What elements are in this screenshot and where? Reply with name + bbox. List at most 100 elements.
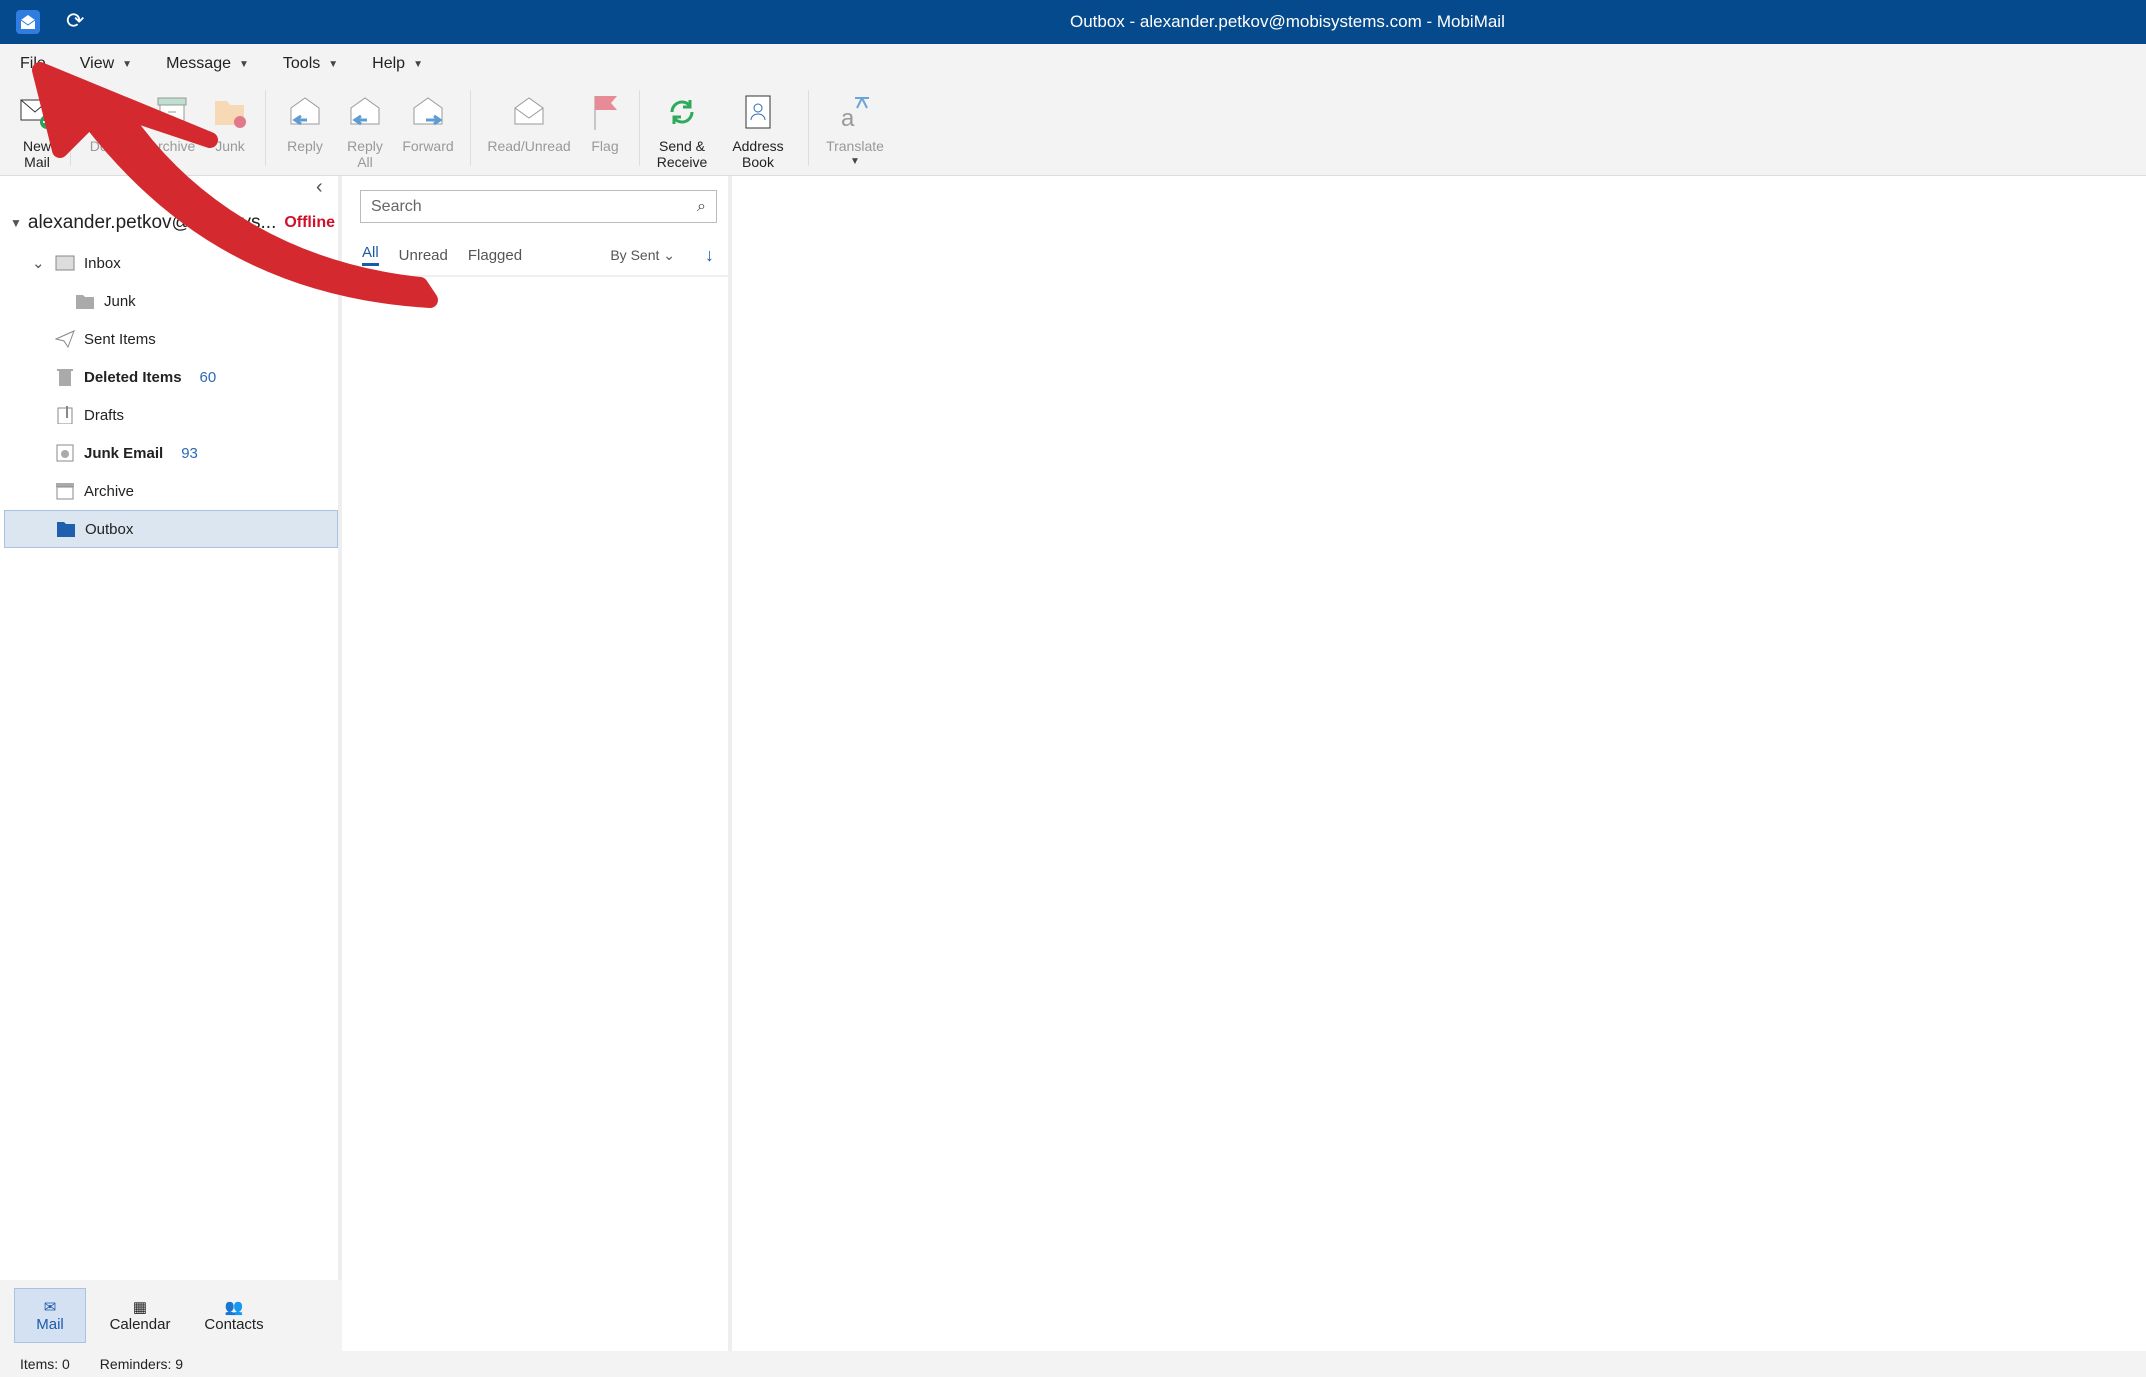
caret-down-icon: ▼ xyxy=(850,154,860,170)
search-input[interactable]: Search ⌕ xyxy=(360,190,717,223)
menu-message[interactable]: Message▼ xyxy=(166,55,249,73)
reply-all-button[interactable]: Reply All xyxy=(336,84,394,170)
button-label: New Mail xyxy=(12,138,62,170)
filter-flagged[interactable]: Flagged xyxy=(468,247,522,264)
folder-deleted-items[interactable]: Deleted Items60 xyxy=(4,358,338,396)
flag-button[interactable]: Flag xyxy=(579,84,631,154)
bottom-nav: ✉Mail ▦Calendar 👥Contacts xyxy=(0,1280,342,1351)
expand-triangle-icon[interactable]: ▼ xyxy=(10,216,22,230)
button-label: Junk xyxy=(215,138,245,154)
search-placeholder: Search xyxy=(371,198,422,216)
nav-label: Contacts xyxy=(204,1316,263,1333)
outbox-folder-icon xyxy=(55,519,77,539)
nav-label: Calendar xyxy=(110,1316,171,1333)
contacts-icon: 👥 xyxy=(225,1298,244,1316)
read-unread-button[interactable]: Read/Unread xyxy=(479,84,579,154)
menu-bar: File View▼ Message▼ Tools▼ Help ▼ xyxy=(0,44,2146,84)
junk-email-icon xyxy=(54,443,76,463)
sort-dropdown[interactable]: By Sent ⌄ xyxy=(610,247,675,264)
nav-label: Mail xyxy=(36,1316,64,1333)
forward-icon xyxy=(408,92,448,132)
message-list: Search ⌕ All Unread Flagged By Sent ⌄ ↓ xyxy=(346,176,732,1351)
reminders-count[interactable]: Reminders: 9 xyxy=(100,1356,183,1372)
folder-label: Drafts xyxy=(84,407,124,424)
delete-button[interactable]: Delete xyxy=(79,84,141,154)
nav-calendar[interactable]: ▦Calendar xyxy=(100,1288,180,1343)
mail-icon: ✉ xyxy=(44,1298,57,1316)
send-receive-button[interactable]: Send & Receive xyxy=(648,84,716,170)
menu-label: File xyxy=(20,55,46,73)
button-label: Address Book xyxy=(728,138,788,170)
folder-label: Outbox xyxy=(85,521,133,538)
translate-button[interactable]: aTranslate▼ xyxy=(817,84,893,170)
toolbar: New Mail Delete Archive Junk Reply Reply… xyxy=(0,84,2146,176)
search-icon[interactable]: ⌕ xyxy=(697,198,706,216)
folder-label: Deleted Items xyxy=(84,369,182,386)
divider xyxy=(470,90,471,166)
chevron-down-icon[interactable]: ⌄ xyxy=(32,254,54,272)
drafts-icon xyxy=(54,405,76,425)
caret-down-icon: ▼ xyxy=(328,59,338,70)
sort-label: By Sent xyxy=(610,247,659,263)
reply-all-icon xyxy=(345,92,385,132)
divider xyxy=(808,90,809,166)
address-book-button[interactable]: Address Book xyxy=(716,84,800,170)
menu-view[interactable]: View▼ xyxy=(80,55,132,73)
forward-button[interactable]: Forward xyxy=(394,84,462,154)
chevron-down-icon: ⌄ xyxy=(663,247,675,263)
offline-status: Offline xyxy=(284,214,335,232)
folder-inbox[interactable]: ⌄ Inbox xyxy=(4,244,338,282)
folder-outbox[interactable]: Outbox xyxy=(4,510,338,548)
filter-unread[interactable]: Unread xyxy=(399,247,448,264)
menu-label: Help xyxy=(372,55,405,73)
junk-folder-icon xyxy=(210,92,250,132)
envelope-open-icon xyxy=(509,92,549,132)
items-count: Items: 0 xyxy=(20,1356,70,1372)
new-mail-button[interactable]: New Mail xyxy=(12,84,62,170)
unread-count: 93 xyxy=(181,445,198,462)
junk-button[interactable]: Junk xyxy=(203,84,257,154)
calendar-icon: ▦ xyxy=(133,1298,147,1316)
menu-file[interactable]: File xyxy=(20,55,46,73)
folder-junk[interactable]: Junk xyxy=(4,282,338,320)
caret-down-icon: ▼ xyxy=(239,59,249,70)
button-label: Reply All xyxy=(345,138,385,170)
app-logo-icon xyxy=(16,10,40,34)
folder-drafts[interactable]: Drafts xyxy=(4,396,338,434)
folder-label: Junk Email xyxy=(84,445,163,462)
folder-label: Junk xyxy=(104,293,136,310)
collapse-pane-icon[interactable]: ‹ xyxy=(316,176,323,199)
folder-label: Archive xyxy=(84,483,134,500)
filter-all[interactable]: All xyxy=(362,244,379,266)
paper-plane-icon xyxy=(54,329,76,349)
button-label: Forward xyxy=(402,138,453,154)
send-receive-icon xyxy=(662,92,702,132)
menu-help[interactable]: Help ▼ xyxy=(372,55,423,73)
divider xyxy=(265,90,266,166)
sync-icon[interactable]: ⟳ xyxy=(66,8,84,34)
nav-contacts[interactable]: 👥Contacts xyxy=(194,1288,274,1343)
archive-button[interactable]: Archive xyxy=(141,84,203,154)
title-bar: ⟳ Outbox - alexander.petkov@mobisystems.… xyxy=(0,0,2146,44)
folder-archive[interactable]: Archive xyxy=(4,472,338,510)
folder-junk-email[interactable]: Junk Email 93 xyxy=(4,434,338,472)
archive-icon xyxy=(152,92,192,132)
window-title-text: Outbox - alexander.petkov@mobisystems.co… xyxy=(1070,12,1505,32)
button-label: Reply xyxy=(287,138,323,154)
divider xyxy=(346,275,728,277)
folder-label: Inbox xyxy=(84,255,121,272)
button-label: Archive xyxy=(149,138,196,154)
button-label: Translate xyxy=(826,138,884,154)
status-bar: Items: 0 Reminders: 9 xyxy=(0,1351,2146,1377)
menu-tools[interactable]: Tools▼ xyxy=(283,55,338,73)
nav-mail[interactable]: ✉Mail xyxy=(14,1288,86,1343)
archive-icon xyxy=(54,481,76,501)
caret-down-icon: ▼ xyxy=(413,59,423,70)
delete-mail-icon xyxy=(90,92,130,132)
folder-sent-items[interactable]: Sent Items xyxy=(4,320,338,358)
sort-direction-icon[interactable]: ↓ xyxy=(705,245,714,266)
folder-pane: ‹ ▼alexander.petkov@mobisys...Offline ⌄ I… xyxy=(0,176,342,1280)
account-header[interactable]: ▼alexander.petkov@mobisys...Offline xyxy=(10,212,335,234)
reply-button[interactable]: Reply xyxy=(274,84,336,154)
flag-icon xyxy=(585,92,625,132)
